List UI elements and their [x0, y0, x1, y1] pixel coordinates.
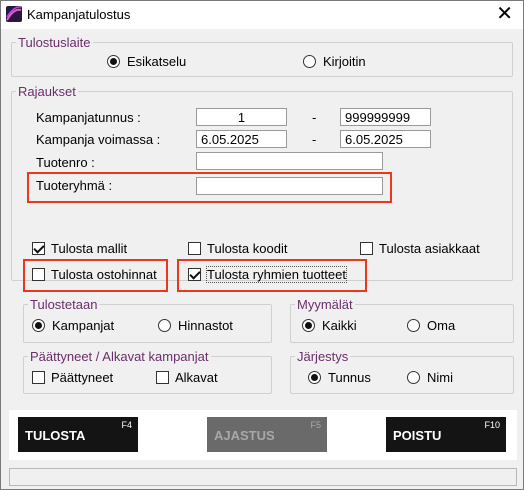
- radio-nimi[interactable]: Nimi: [407, 370, 453, 385]
- checkbox-box: [32, 371, 45, 384]
- radio-dot: [407, 371, 420, 384]
- checkbox-box: [360, 242, 373, 255]
- checkbox-box: [156, 371, 169, 384]
- exit-button-label: POISTU: [393, 428, 442, 443]
- filters-legend: Rajaukset: [18, 84, 76, 99]
- title-bar: Kampanjatulostus ✕: [1, 1, 523, 29]
- radio-label: Tunnus: [328, 370, 371, 385]
- checkbox-box: [32, 268, 45, 281]
- print-dialog-window: Kampanjatulostus ✕ Tulostuslaite Esikats…: [0, 0, 524, 490]
- checkbox-label: Tulosta ostohinnat: [51, 267, 157, 282]
- status-bar: [9, 468, 517, 486]
- checkbox-tulosta-asiakkaat[interactable]: Tulosta asiakkaat: [360, 241, 480, 256]
- radio-dot: [32, 319, 45, 332]
- radio-dot: [302, 319, 315, 332]
- print-button-label: TULOSTA: [25, 428, 86, 443]
- radio-label: Kirjoitin: [323, 54, 366, 69]
- radio-oma[interactable]: Oma: [407, 318, 455, 333]
- schedule-button[interactable]: AJASTUS F5: [207, 417, 327, 452]
- checkbox-tulosta-ryhmien-tuotteet[interactable]: Tulosta ryhmien tuotteet: [188, 266, 347, 283]
- product-number-label: Tuotenro :: [36, 155, 95, 170]
- close-icon[interactable]: ✕: [496, 3, 513, 25]
- checkbox-label: Tulosta asiakkaat: [379, 241, 480, 256]
- campaign-id-from-input[interactable]: [196, 108, 287, 126]
- stores-legend: Myymälät: [297, 297, 353, 312]
- checkbox-paattyneet[interactable]: Päättyneet: [32, 370, 113, 385]
- product-number-input[interactable]: [196, 152, 383, 170]
- radio-kampanjat[interactable]: Kampanjat: [32, 318, 114, 333]
- campaign-valid-label: Kampanja voimassa :: [36, 132, 161, 147]
- radio-label: Kaikki: [322, 318, 357, 333]
- radio-label: Nimi: [427, 370, 453, 385]
- exit-button-key: F10: [484, 420, 500, 430]
- checkbox-box: [32, 242, 45, 255]
- output-device-legend: Tulostuslaite: [18, 35, 91, 50]
- radio-kirjoitin[interactable]: Kirjoitin: [303, 54, 366, 69]
- print-button[interactable]: TULOSTA F4: [18, 417, 138, 452]
- radio-label: Hinnastot: [178, 318, 233, 333]
- radio-hinnastot[interactable]: Hinnastot: [158, 318, 233, 333]
- checkbox-box: [188, 242, 201, 255]
- range-separator: -: [312, 110, 317, 125]
- print-type-legend: Tulostetaan: [30, 297, 98, 312]
- product-group-label: Tuoteryhmä :: [36, 178, 113, 193]
- radio-dot: [303, 55, 316, 68]
- checkbox-label: Alkavat: [175, 370, 218, 385]
- radio-label: Kampanjat: [52, 318, 115, 333]
- exit-button[interactable]: POISTU F10: [386, 417, 506, 452]
- sort-order-legend: Järjestys: [297, 349, 349, 364]
- radio-kaikki[interactable]: Kaikki: [302, 318, 357, 333]
- function-key-bar: TULOSTA F4 AJASTUS F5 POISTU F10: [9, 410, 517, 460]
- schedule-button-key: F5: [310, 420, 321, 430]
- checkbox-tulosta-koodit[interactable]: Tulosta koodit: [188, 241, 287, 256]
- ended-starting-legend: Päättyneet / Alkavat kampanjat: [30, 349, 209, 364]
- checkbox-label: Tulosta mallit: [51, 241, 128, 256]
- checkbox-alkavat[interactable]: Alkavat: [156, 370, 218, 385]
- checkbox-label: Tulosta ryhmien tuotteet: [206, 266, 347, 283]
- campaign-id-label: Kampanjatunnus :: [36, 110, 141, 125]
- checkbox-tulosta-mallit[interactable]: Tulosta mallit: [32, 241, 127, 256]
- radio-dot: [308, 371, 321, 384]
- checkbox-tulosta-ostohinnat[interactable]: Tulosta ostohinnat: [32, 267, 157, 282]
- range-separator: -: [312, 132, 317, 147]
- radio-label: Oma: [427, 318, 456, 333]
- valid-to-input[interactable]: [340, 130, 431, 148]
- app-logo-icon: [6, 6, 22, 22]
- schedule-button-label: AJASTUS: [214, 428, 275, 443]
- campaign-id-to-input[interactable]: [340, 108, 431, 126]
- radio-dot: [158, 319, 171, 332]
- product-group-input[interactable]: [196, 177, 383, 195]
- radio-esikatselu[interactable]: Esikatselu: [107, 54, 186, 69]
- checkbox-label: Tulosta koodit: [207, 241, 288, 256]
- radio-dot: [407, 319, 420, 332]
- checkbox-box: [188, 268, 201, 281]
- print-button-key: F4: [121, 420, 132, 430]
- output-device-group: Tulostuslaite: [11, 35, 513, 77]
- radio-label: Esikatselu: [127, 54, 187, 69]
- checkbox-label: Päättyneet: [51, 370, 114, 385]
- window-title: Kampanjatulostus: [27, 7, 131, 22]
- radio-tunnus[interactable]: Tunnus: [308, 370, 371, 385]
- valid-from-input[interactable]: [196, 130, 287, 148]
- radio-dot: [107, 55, 120, 68]
